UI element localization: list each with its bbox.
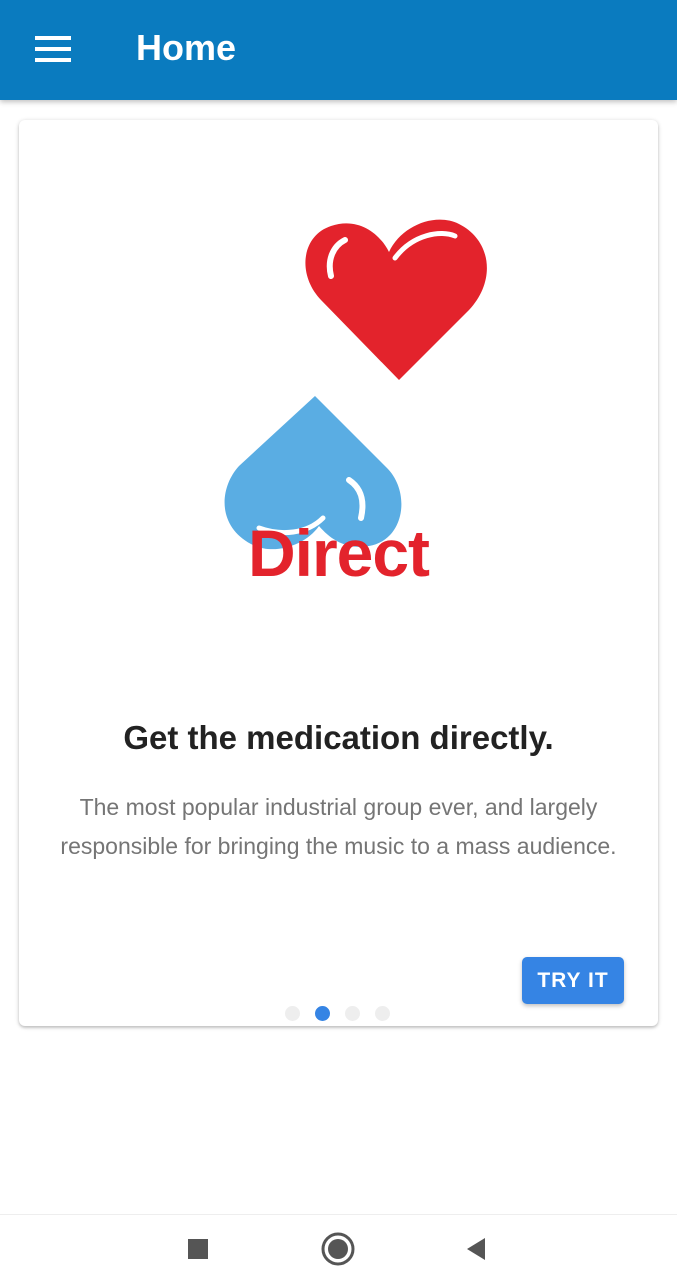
app-bar: Home (0, 0, 677, 100)
page-dot[interactable] (345, 1005, 360, 1021)
hamburger-menu-icon (35, 36, 71, 62)
home-icon (321, 1232, 355, 1266)
onboarding-card: Direct Get the medication directly. The … (19, 120, 658, 1026)
back-icon (467, 1238, 485, 1260)
home-button[interactable] (318, 1229, 358, 1269)
recent-apps-button[interactable] (178, 1229, 218, 1269)
slide-title: Get the medication directly. (123, 719, 554, 756)
page-dot[interactable] (375, 1005, 390, 1021)
page-dot-active[interactable] (315, 1005, 330, 1021)
recent-apps-icon (188, 1239, 208, 1259)
page-dot[interactable] (285, 1005, 300, 1021)
back-button[interactable] (456, 1229, 496, 1269)
system-navigation-bar (0, 1214, 677, 1280)
try-it-button[interactable]: TRY IT (522, 957, 624, 1004)
page-indicator (285, 1005, 395, 1021)
heart-icon (305, 219, 487, 380)
page-title: Home (136, 27, 237, 68)
logo-wordmark: Direct (247, 516, 430, 590)
menu-button[interactable] (22, 22, 84, 76)
slide-description: The most popular industrial group ever, … (60, 794, 617, 859)
